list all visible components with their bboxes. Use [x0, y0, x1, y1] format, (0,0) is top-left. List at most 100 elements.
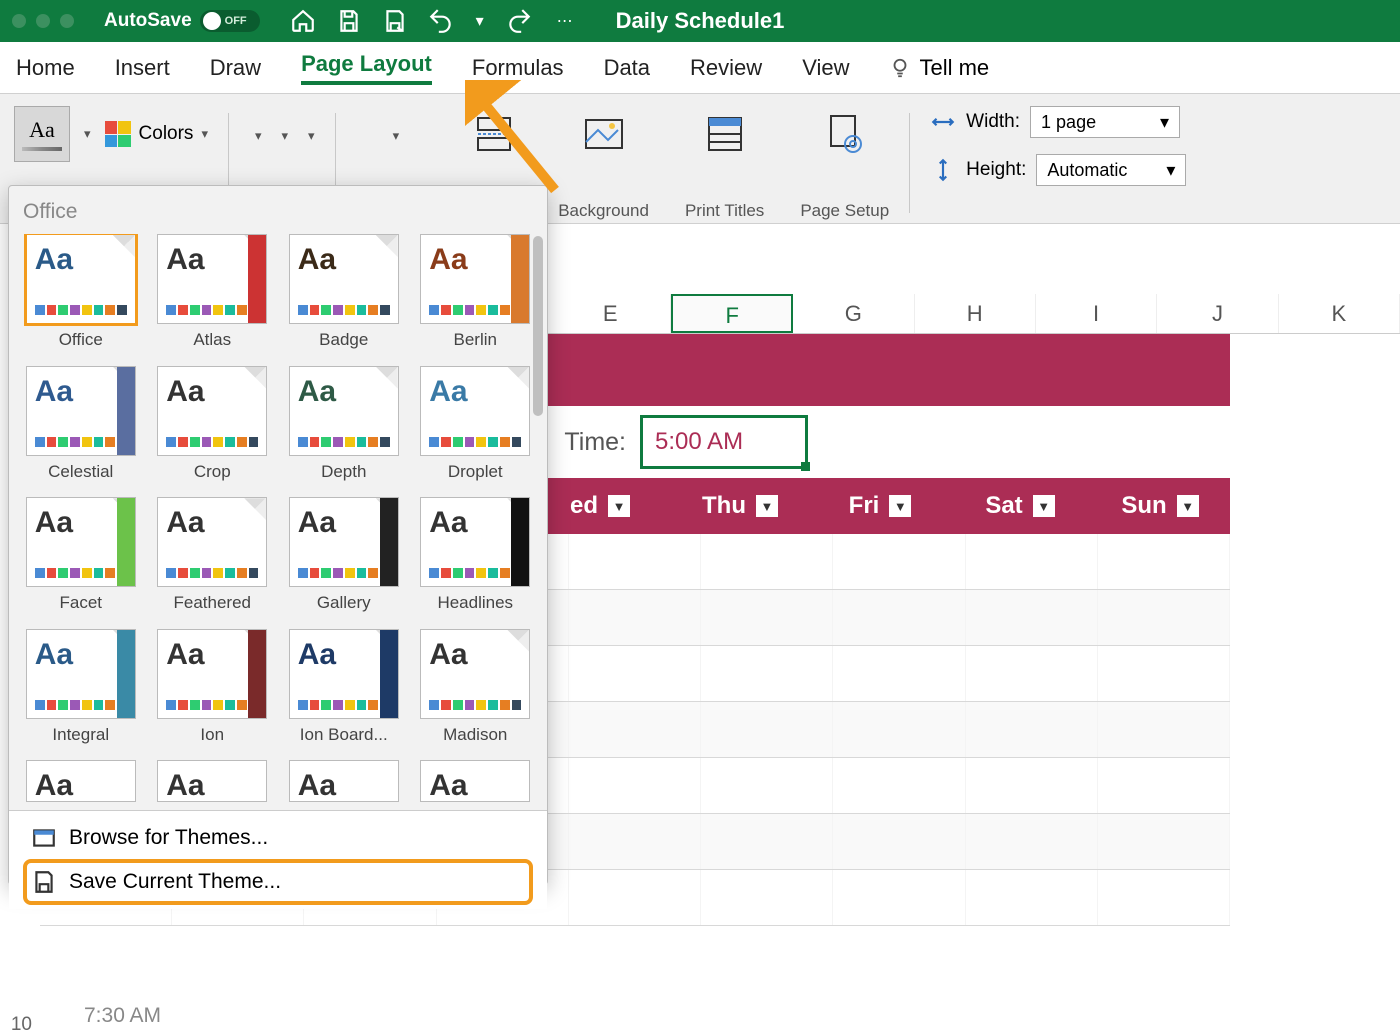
width-value: 1 page: [1041, 112, 1096, 133]
theme-ion[interactable]: AaIon: [151, 629, 275, 747]
theme-crop[interactable]: AaCrop: [151, 366, 275, 484]
more-icon[interactable]: ⋯: [552, 8, 578, 34]
theme-feathered[interactable]: AaFeathered: [151, 497, 275, 615]
height-label: Height:: [966, 159, 1026, 181]
theme-label: Headlines: [437, 593, 513, 613]
autosave-control[interactable]: AutoSave OFF: [104, 10, 260, 32]
theme-ion-board-[interactable]: AaIon Board...: [282, 629, 406, 747]
tab-view[interactable]: View: [802, 55, 849, 81]
day-header-sat[interactable]: Sat▼: [950, 478, 1090, 534]
filter-icon[interactable]: ▼: [1177, 495, 1199, 517]
minimize-window[interactable]: [36, 14, 50, 28]
theme-celestial[interactable]: AaCelestial: [19, 366, 143, 484]
quick-access-toolbar: ▾ ⋯: [290, 8, 578, 34]
theme-more[interactable]: Aa: [19, 760, 143, 804]
undo-icon[interactable]: [428, 8, 454, 34]
size-button[interactable]: ▾: [302, 106, 315, 166]
tab-review[interactable]: Review: [690, 55, 762, 81]
column-header-E[interactable]: E: [550, 294, 671, 333]
orientation-button[interactable]: ▾: [276, 106, 289, 166]
day-header-thu[interactable]: Thu▼: [670, 478, 810, 534]
colors-button[interactable]: Colors ▾: [105, 121, 208, 147]
row-number-10[interactable]: 10: [0, 1014, 32, 1036]
theme-droplet[interactable]: AaDroplet: [414, 366, 538, 484]
tab-formulas[interactable]: Formulas: [472, 55, 564, 81]
filter-icon[interactable]: ▼: [608, 495, 630, 517]
theme-label: Facet: [59, 593, 102, 613]
theme-madison[interactable]: AaMadison: [414, 629, 538, 747]
width-select[interactable]: 1 page▾: [1030, 106, 1180, 138]
day-header-sun[interactable]: Sun▼: [1090, 478, 1230, 534]
theme-more[interactable]: Aa: [151, 760, 275, 804]
zoom-window[interactable]: [60, 14, 74, 28]
column-header-I[interactable]: I: [1036, 294, 1157, 333]
time-value: 5:00 AM: [655, 428, 743, 455]
theme-integral[interactable]: AaIntegral: [19, 629, 143, 747]
tab-draw[interactable]: Draw: [210, 55, 261, 81]
width-label: Width:: [966, 111, 1020, 133]
theme-label: Ion: [200, 725, 224, 745]
save-icon[interactable]: [336, 8, 362, 34]
autosave-toggle[interactable]: OFF: [200, 10, 260, 32]
close-window[interactable]: [12, 14, 26, 28]
height-select[interactable]: Automatic▾: [1036, 154, 1186, 186]
tab-page-layout[interactable]: Page Layout: [301, 51, 432, 85]
theme-label: Ion Board...: [300, 725, 388, 745]
theme-office[interactable]: AaOffice: [19, 234, 143, 352]
theme-badge[interactable]: AaBadge: [282, 234, 406, 352]
save-current-theme-item[interactable]: Save Current Theme...: [27, 863, 529, 901]
column-header-J[interactable]: J: [1157, 294, 1278, 333]
themes-scrollbar[interactable]: [533, 236, 543, 756]
themes-button[interactable]: Aa: [14, 106, 70, 162]
theme-depth[interactable]: AaDepth: [282, 366, 406, 484]
theme-label: Atlas: [193, 330, 231, 350]
tab-home[interactable]: Home: [16, 55, 75, 81]
theme-label: Badge: [319, 330, 368, 350]
day-header-fri[interactable]: Fri▼: [810, 478, 950, 534]
page-setup-button[interactable]: [817, 106, 873, 162]
tell-me-search[interactable]: Tell me: [889, 55, 989, 81]
tab-data[interactable]: Data: [604, 55, 650, 81]
column-header-G[interactable]: G: [793, 294, 914, 333]
background-label: Background: [558, 201, 649, 221]
theme-atlas[interactable]: AaAtlas: [151, 234, 275, 352]
fill-handle[interactable]: [801, 462, 810, 471]
save-as-icon[interactable]: [382, 8, 408, 34]
column-header-H[interactable]: H: [915, 294, 1036, 333]
themes-dropdown-icon[interactable]: ▾: [84, 126, 91, 142]
theme-label: Integral: [52, 725, 109, 745]
margins-button[interactable]: ▾: [249, 106, 262, 166]
theme-headlines[interactable]: AaHeadlines: [414, 497, 538, 615]
filter-icon[interactable]: ▼: [889, 495, 911, 517]
autosave-state: OFF: [225, 15, 247, 27]
print-area-button[interactable]: ▾: [387, 106, 400, 166]
column-header-F[interactable]: F: [671, 294, 793, 333]
theme-label: Celestial: [48, 462, 113, 482]
theme-more[interactable]: Aa: [282, 760, 406, 804]
print-titles-button[interactable]: [697, 106, 753, 162]
theme-label: Madison: [443, 725, 507, 745]
theme-berlin[interactable]: AaBerlin: [414, 234, 538, 352]
colors-label: Colors: [139, 123, 194, 145]
day-header-ed[interactable]: ed▼: [530, 478, 670, 534]
background-button[interactable]: [576, 106, 632, 162]
themes-section-label: Office: [19, 196, 537, 234]
ribbon-tabs: Home Insert Draw Page Layout Formulas Da…: [0, 42, 1400, 94]
browse-themes-item[interactable]: Browse for Themes...: [27, 819, 529, 857]
filter-icon[interactable]: ▼: [756, 495, 778, 517]
theme-more[interactable]: Aa: [414, 760, 538, 804]
redo-icon[interactable]: [506, 8, 532, 34]
filter-icon[interactable]: ▼: [1033, 495, 1055, 517]
theme-facet[interactable]: AaFacet: [19, 497, 143, 615]
chevron-down-icon: ▾: [201, 126, 208, 142]
active-cell[interactable]: 5:00 AM: [640, 415, 808, 469]
breaks-button[interactable]: [466, 106, 522, 162]
tell-me-label: Tell me: [919, 55, 989, 81]
time-730: 7:30 AM: [84, 1004, 161, 1028]
titlebar: AutoSave OFF ▾ ⋯ Daily Schedule1: [0, 0, 1400, 42]
theme-gallery[interactable]: AaGallery: [282, 497, 406, 615]
undo-dropdown-icon[interactable]: ▾: [474, 8, 486, 34]
column-header-K[interactable]: K: [1279, 294, 1400, 333]
tab-insert[interactable]: Insert: [115, 55, 170, 81]
home-icon[interactable]: [290, 8, 316, 34]
